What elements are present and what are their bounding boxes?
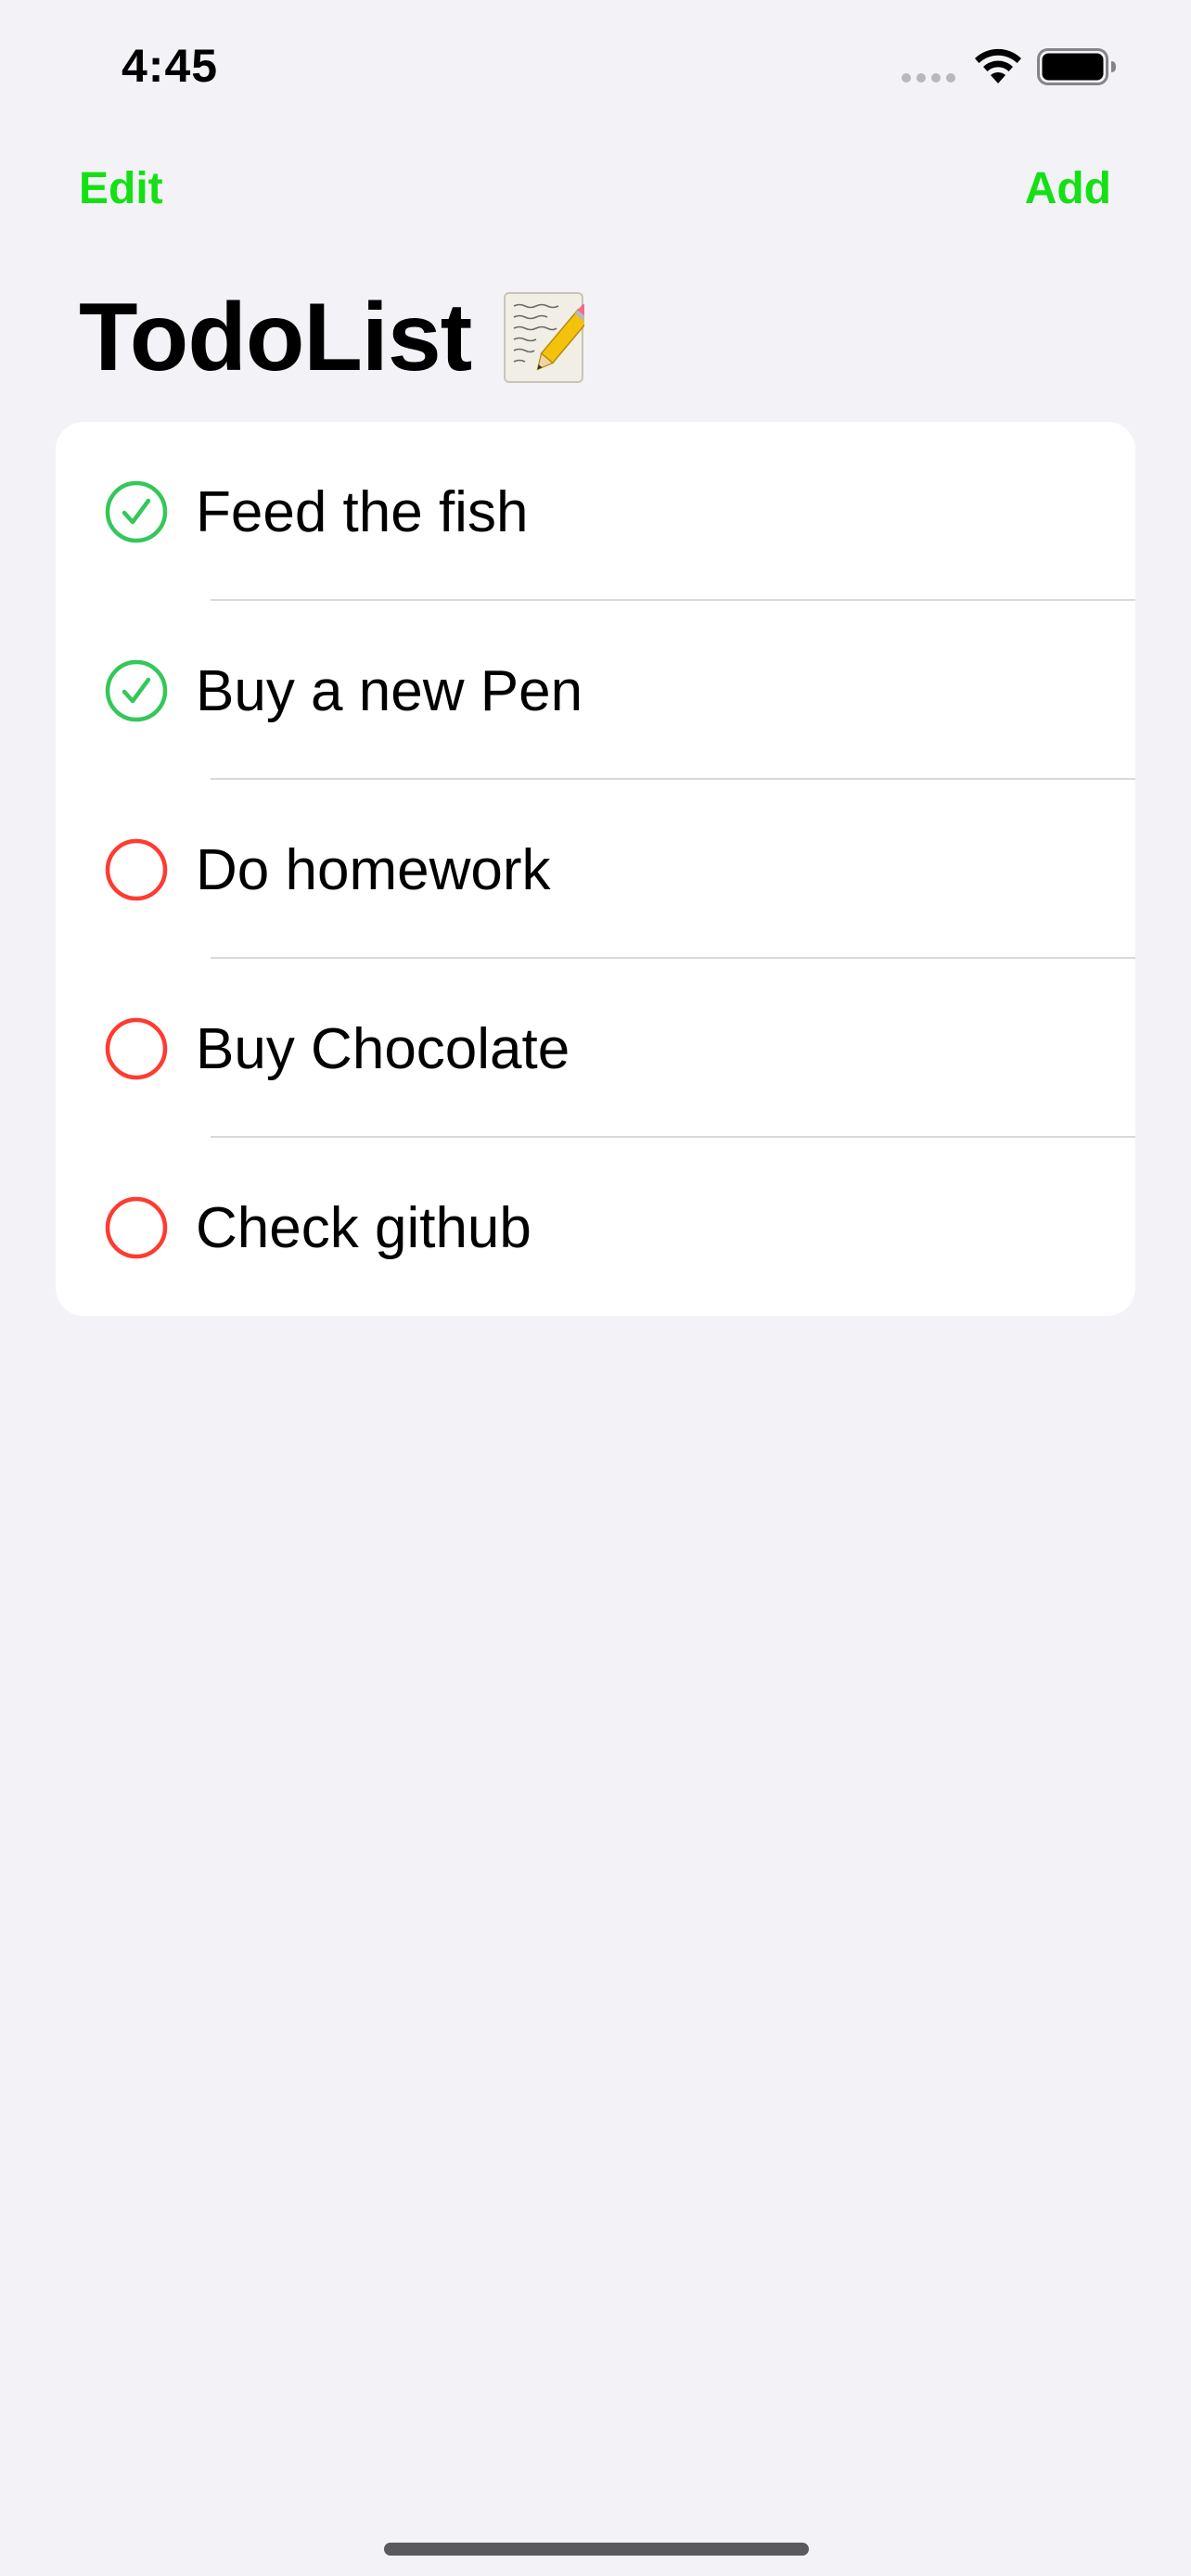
todo-item[interactable]: Feed the fish	[56, 422, 1135, 601]
page-title: TodoList	[79, 284, 585, 391]
memo-icon	[504, 292, 585, 383]
status-time: 4:45	[122, 40, 219, 92]
empty-circle-icon[interactable]	[105, 838, 168, 901]
empty-circle-icon[interactable]	[105, 1017, 168, 1080]
todo-item[interactable]: Buy Chocolate	[56, 959, 1135, 1138]
battery-icon	[1037, 48, 1116, 85]
wifi-icon	[975, 48, 1021, 83]
checkmark-circle-icon[interactable]	[105, 480, 168, 543]
home-indicator[interactable]	[384, 2543, 809, 2556]
status-bar: 4:45	[0, 0, 1191, 139]
todo-list: Feed the fish Buy a new Pen Do homework …	[56, 422, 1135, 1316]
todo-label: Buy a new Pen	[196, 659, 583, 723]
todo-label: Do homework	[196, 838, 551, 902]
todo-item[interactable]: Buy a new Pen	[56, 601, 1135, 780]
cellular-signal-icon	[902, 73, 955, 83]
empty-circle-icon[interactable]	[105, 1196, 168, 1259]
edit-button[interactable]: Edit	[79, 163, 163, 214]
todo-label: Feed the fish	[196, 480, 529, 544]
add-button[interactable]: Add	[1025, 163, 1111, 214]
page-title-text: TodoList	[79, 284, 472, 391]
todo-item[interactable]: Do homework	[56, 780, 1135, 959]
todo-label: Check github	[196, 1196, 531, 1260]
checkmark-circle-icon[interactable]	[105, 659, 168, 722]
todo-label: Buy Chocolate	[196, 1017, 570, 1081]
todo-item[interactable]: Check github	[56, 1138, 1135, 1316]
